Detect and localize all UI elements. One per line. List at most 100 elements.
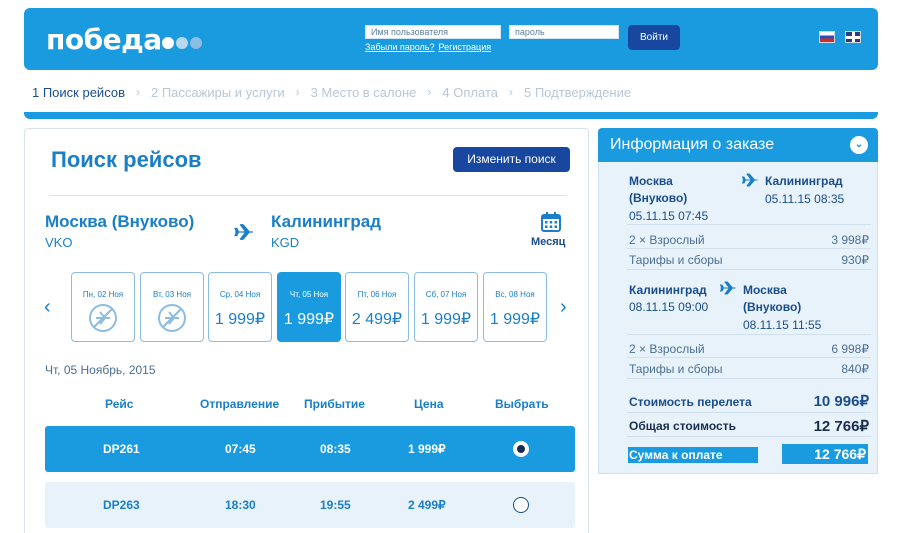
chevron-left-icon[interactable]: ‹	[44, 297, 56, 317]
column-header-arrival: Прибытие	[304, 397, 365, 411]
divider	[627, 412, 871, 413]
order-info-header[interactable]: Информация о заказе ⌄	[598, 128, 878, 162]
outbound-destination: Калининград	[765, 174, 843, 188]
return-departure-time: 08.11.15 09:00	[629, 300, 709, 314]
step-confirmation: 5 Подтверждение	[523, 85, 632, 100]
top-header: победа Имя пользователя пароль Забыли па…	[24, 8, 878, 70]
airplane-icon	[234, 224, 253, 240]
outbound-origin: Москва	[629, 174, 673, 188]
chevron-right-icon[interactable]: ›	[560, 297, 572, 317]
chevron-right-icon: ›	[295, 85, 300, 99]
date-card-selected[interactable]: Чт, 05 Ноя 1 999₽	[277, 272, 341, 342]
outbound-passengers: 2 × Взрослый	[629, 233, 705, 247]
flight-cost-value: 10 996₽	[813, 393, 869, 410]
english-flag-icon[interactable]	[845, 31, 861, 43]
step-seat: 3 Место в салоне	[310, 85, 417, 100]
airplane-icon	[741, 173, 758, 187]
return-fees: Тарифы и сборы	[629, 362, 723, 376]
flight-cost-label: Стоимость перелета	[629, 395, 752, 409]
flight-number: DP261	[103, 442, 140, 456]
date-card[interactable]: Сб, 07 Ноя 1 999₽	[414, 272, 478, 342]
column-header-flight: Рейс	[105, 397, 134, 411]
no-flights-icon	[89, 304, 117, 332]
calendar-icon[interactable]	[540, 211, 562, 233]
russian-flag-icon[interactable]	[819, 31, 835, 43]
date-card[interactable]: Вт, 03 Ноя	[140, 272, 204, 342]
return-passengers: 2 × Взрослый	[629, 342, 705, 356]
departure-time: 18:30	[225, 498, 256, 512]
password-input[interactable]: пароль	[509, 25, 619, 39]
step-payment: 4 Оплата	[442, 85, 498, 100]
destination-city: Калининград	[271, 212, 381, 231]
amount-payable-label: Сумма к оплате	[628, 447, 758, 463]
date-card[interactable]: Пт, 06 Ноя 2 499₽	[345, 272, 409, 342]
page: победа Имя пользователя пароль Забыли па…	[0, 0, 900, 533]
flight-row[interactable]: DP263 18:30 19:55 2 499₽	[45, 482, 575, 528]
flight-row-selected[interactable]: DP261 07:45 08:35 1 999₽	[45, 426, 575, 472]
flight-number: DP263	[103, 498, 140, 512]
chevron-right-icon: ›	[427, 85, 432, 99]
return-arrival-time: 08.11.15 11:55	[743, 318, 822, 332]
origin-city: Москва (Внуково)	[45, 212, 195, 231]
departure-time: 07:45	[225, 442, 256, 456]
amount-payable-value: 12 766₽	[782, 444, 868, 464]
month-view-link[interactable]: Месяц	[531, 236, 565, 248]
column-header-select: Выбрать	[495, 397, 549, 411]
register-link[interactable]: Регистрация	[438, 42, 491, 52]
forgot-password-link[interactable]: Забыли пароль?	[365, 42, 434, 52]
flight-price: 1 999₽	[408, 442, 446, 456]
arrival-time: 19:55	[320, 498, 351, 512]
return-origin: Калининград	[629, 283, 707, 297]
outbound-fees-price: 930₽	[841, 253, 869, 267]
logo-dots	[162, 37, 202, 49]
divider	[627, 248, 871, 249]
return-destination: Москва	[743, 283, 787, 297]
select-radio-checked[interactable]	[513, 441, 529, 457]
divider	[627, 357, 871, 358]
select-radio[interactable]	[513, 497, 529, 513]
step-search[interactable]: 1 Поиск рейсов	[32, 85, 125, 100]
date-card[interactable]: Вс, 08 Ноя 1 999₽	[483, 272, 547, 342]
arrival-time: 08:35	[320, 442, 351, 456]
logo[interactable]: победа	[46, 26, 162, 54]
divider	[627, 224, 871, 225]
flight-price: 2 499₽	[408, 498, 446, 512]
return-fees-price: 840₽	[841, 362, 869, 376]
origin-code: VKO	[45, 235, 73, 250]
chevron-right-icon: ›	[508, 85, 513, 99]
chevron-down-icon[interactable]: ⌄	[850, 136, 868, 154]
selected-date-label: Чт, 05 Ноябрь, 2015	[45, 363, 156, 377]
divider	[627, 269, 871, 270]
booking-steps: 1 Поиск рейсов › 2 Пассажиры и услуги › …	[32, 85, 631, 100]
destination-code: KGD	[271, 235, 300, 250]
step-passengers: 2 Пассажиры и услуги	[150, 85, 285, 100]
outbound-fees: Тарифы и сборы	[629, 253, 723, 267]
divider	[627, 334, 871, 335]
chevron-right-icon: ›	[135, 85, 140, 99]
order-info-title: Информация о заказе	[610, 136, 775, 153]
airplane-icon	[719, 281, 736, 295]
header-divider-bar	[24, 112, 878, 119]
outbound-departure-time: 05.11.15 07:45	[629, 209, 709, 223]
date-card[interactable]: Пн, 02 Ноя	[71, 272, 135, 342]
outbound-passengers-price: 3 998₽	[831, 233, 869, 247]
return-destination-airport: (Внуково)	[743, 300, 802, 314]
flight-search-panel: Поиск рейсов Изменить поиск Москва (Внук…	[24, 128, 589, 533]
total-cost-value: 12 766₽	[813, 418, 869, 435]
order-info-panel: Информация о заказе ⌄ Москва (Внуково) 0…	[598, 128, 878, 478]
divider	[627, 436, 871, 437]
outbound-arrival-time: 05.11.15 08:35	[765, 192, 845, 206]
username-input[interactable]: Имя пользователя	[365, 25, 501, 39]
login-button[interactable]: Войти	[628, 25, 680, 50]
column-header-departure: Отправление	[200, 397, 280, 411]
page-title: Поиск рейсов	[51, 147, 202, 172]
return-passengers-price: 6 998₽	[831, 342, 869, 356]
divider	[627, 378, 871, 379]
order-info-body: Москва (Внуково) 05.11.15 07:45 Калининг…	[598, 162, 878, 474]
date-card[interactable]: Ср, 04 Ноя 1 999₽	[208, 272, 272, 342]
outbound-origin-airport: (Внуково)	[629, 191, 688, 205]
no-flights-icon	[158, 304, 186, 332]
divider	[49, 195, 567, 196]
total-cost-label: Общая стоимость	[629, 419, 736, 433]
change-search-button[interactable]: Изменить поиск	[453, 147, 570, 172]
